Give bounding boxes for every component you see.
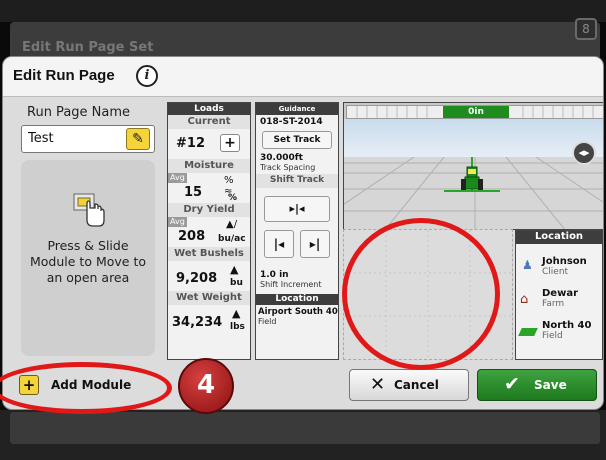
shift-left-button[interactable]: |◂	[264, 230, 294, 258]
new-load-button[interactable]: +	[220, 134, 240, 152]
dry-yield-value: 208	[178, 229, 206, 244]
tractor-icon	[461, 166, 483, 190]
moisture-avg-badge: Avg	[168, 173, 187, 183]
background-header	[0, 0, 606, 22]
location-row-farm: ⌂ Dewar Farm	[516, 282, 602, 320]
track-name: 018-ST-2014	[260, 117, 323, 127]
farm-name: Dewar	[542, 288, 579, 299]
moisture-label: Moisture	[168, 159, 250, 173]
guidance-map-module[interactable]: 0in ◂▸	[343, 102, 603, 230]
center-track-button[interactable]: ▸|◂	[264, 196, 330, 222]
dialog-title: Edit Run Page	[13, 67, 115, 84]
wet-bushels-value: 9,208	[176, 271, 218, 286]
close-icon: ✕	[370, 374, 386, 395]
yield-icon: ▲/	[226, 219, 238, 230]
background-corner-button: 8	[575, 18, 597, 40]
checkmark-icon: ✔	[504, 373, 520, 395]
dry-yield-avg-badge: Avg	[168, 217, 187, 227]
wet-bushels-unit: bu	[230, 278, 243, 288]
dialog-title-bar: Edit Run Page i	[3, 57, 603, 97]
moisture-value: 15	[184, 185, 203, 200]
background-title: Edit Run Page Set	[22, 40, 154, 55]
location-module[interactable]: Location ♟ Johnson Client ⌂ Dewar Farm N…	[515, 230, 603, 360]
set-track-button[interactable]: Set Track	[262, 131, 332, 149]
wet-weight-value: 34,234	[172, 315, 223, 330]
current-label: Current	[168, 115, 250, 129]
shift-track-label: Shift Track	[256, 174, 338, 188]
wet-bushels-label: Wet Bushels	[168, 247, 250, 261]
field-icon	[518, 328, 538, 336]
location-row-client: ♟ Johnson Client	[516, 244, 602, 282]
background-footer-bar	[10, 412, 600, 444]
cancel-label: Cancel	[394, 378, 439, 392]
highlight-ring-add-module	[0, 362, 172, 414]
drag-hint-text: Press & Slide Module to Move to an open …	[30, 238, 146, 285]
pencil-icon[interactable]: ✎	[126, 128, 150, 150]
shift-right-button[interactable]: ▸|	[300, 230, 330, 258]
dry-yield-label: Dry Yield	[168, 203, 250, 217]
moisture-unit: %	[228, 193, 238, 203]
client-kind: Client	[542, 267, 569, 277]
lightbar-offset: 0in	[443, 106, 509, 118]
farm-kind: Farm	[542, 299, 565, 309]
run-page-name-label: Run Page Name	[27, 105, 131, 120]
shift-increment-value: 1.0 in	[260, 270, 289, 280]
info-icon[interactable]: i	[136, 65, 158, 87]
field-kind: Field	[542, 331, 563, 341]
person-icon: ♟	[522, 258, 533, 272]
track-spacing-value: 30.000ft	[260, 153, 303, 163]
location-header: Location	[516, 231, 602, 244]
edit-run-page-dialog: Edit Run Page i Run Page Name Test ✎ Pre…	[2, 56, 604, 410]
current-load-value: #12	[176, 136, 205, 151]
guidance-header: Guidance	[256, 103, 338, 115]
run-page-name-field[interactable]: Test ✎	[21, 125, 155, 153]
location-row-field: North 40 Field	[516, 320, 602, 358]
hand-drag-icon	[73, 193, 105, 227]
cancel-button[interactable]: ✕ Cancel	[349, 369, 469, 401]
guidance-location-kind: Field	[258, 317, 277, 326]
field-name: North 40	[542, 320, 592, 331]
save-button[interactable]: ✔ Save	[477, 369, 597, 401]
wet-weight-unit: lbs	[230, 322, 245, 332]
shift-increment-label: Shift Increment	[260, 280, 322, 289]
map-sky	[344, 119, 603, 157]
drag-hint-panel: Press & Slide Module to Move to an open …	[21, 160, 155, 356]
run-page-name-value: Test	[28, 131, 54, 146]
loads-header: Loads	[168, 103, 250, 115]
step-badge: 4	[178, 358, 234, 414]
farm-icon: ⌂	[520, 292, 529, 307]
dry-yield-unit: bu/ac	[218, 234, 246, 244]
save-label: Save	[534, 378, 567, 392]
guidance-module[interactable]: Guidance 018-ST-2014 Set Track 30.000ft …	[255, 102, 339, 360]
lightbar: 0in	[346, 105, 603, 119]
track-spacing-label: Track Spacing	[260, 163, 316, 172]
weight-icon: ▲	[232, 307, 241, 320]
view-toggle-icon[interactable]: ◂▸	[572, 141, 596, 165]
highlight-ring-empty-slot	[342, 218, 500, 370]
loads-module[interactable]: Loads Current #12 + Moisture Avg 15 % ≈ %…	[167, 102, 251, 360]
wet-weight-label: Wet Weight	[168, 291, 250, 305]
client-name: Johnson	[542, 256, 587, 267]
guidance-location-header: Location	[256, 294, 338, 305]
guidance-location-field: Airport South 40	[258, 307, 338, 317]
grain-pile-icon: ▲	[230, 263, 239, 276]
